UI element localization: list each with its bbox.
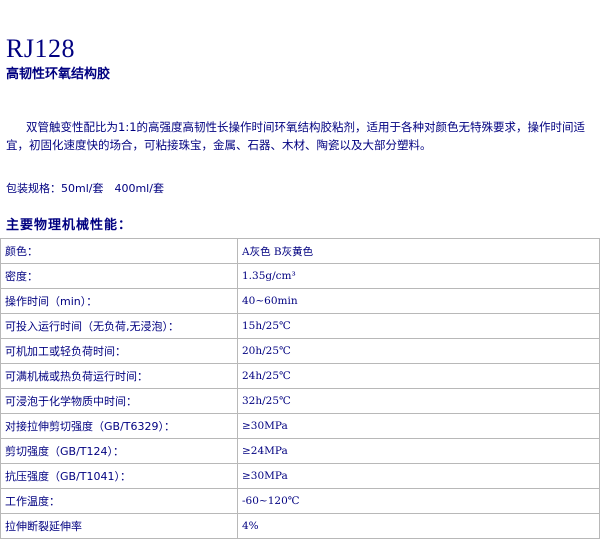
property-label: 对接拉伸剪切强度（GB/T6329）： — [0, 413, 238, 439]
property-value: 15h/25℃ — [237, 313, 600, 339]
property-value: A灰色 B灰黄色 — [237, 238, 600, 264]
table-row: 可机加工或轻负荷时间： 20h/25℃ — [0, 338, 600, 364]
property-label: 操作时间（min）： — [0, 288, 238, 314]
product-description: 双管触变性配比为1:1的高强度高韧性长操作时间环氧结构胶粘剂，适用于各种对颜色无… — [6, 120, 586, 152]
property-label: 可满机械或热负荷运行时间： — [0, 363, 238, 389]
table-row: 颜色： A灰色 B灰黄色 — [0, 238, 600, 264]
property-value: ≥24MPa — [237, 438, 600, 464]
table-row: 操作时间（min）： 40~60min — [0, 288, 600, 314]
property-value: 24h/25℃ — [237, 363, 600, 389]
product-code: RJ128 — [6, 34, 75, 63]
properties-heading: 主要物理机械性能： — [6, 218, 133, 233]
property-value: 40~60min — [237, 288, 600, 314]
property-label: 抗压强度（GB/T1041）： — [0, 463, 238, 489]
property-label: 工作温度： — [0, 488, 238, 514]
table-row: 剪切强度（GB/T124）： ≥24MPa — [0, 438, 600, 464]
table-row: 可浸泡于化学物质中时间： 32h/25℃ — [0, 388, 600, 414]
property-value: 20h/25℃ — [237, 338, 600, 364]
property-value: ≥30MPa — [237, 463, 600, 489]
table-row: 拉伸断裂延伸率 4% — [0, 513, 600, 539]
packaging-spec: 包装规格：50ml/套 400ml/套 — [6, 182, 164, 195]
property-label: 剪切强度（GB/T124）： — [0, 438, 238, 464]
property-value: 4% — [237, 513, 600, 539]
property-value: ≥30MPa — [237, 413, 600, 439]
property-label: 密度： — [0, 263, 238, 289]
property-label: 拉伸断裂延伸率 — [0, 513, 238, 539]
properties-table: 颜色： A灰色 B灰黄色 密度： 1.35g/cm³ 操作时间（min）： 40… — [0, 238, 600, 539]
table-row: 可满机械或热负荷运行时间： 24h/25℃ — [0, 363, 600, 389]
property-value: 32h/25℃ — [237, 388, 600, 414]
property-label: 可浸泡于化学物质中时间： — [0, 388, 238, 414]
property-value: 1.35g/cm³ — [237, 263, 600, 289]
table-row: 工作温度： -60~120℃ — [0, 488, 600, 514]
table-row: 密度： 1.35g/cm³ — [0, 263, 600, 289]
table-row: 抗压强度（GB/T1041）： ≥30MPa — [0, 463, 600, 489]
property-label: 可投入运行时间（无负荷,无浸泡）： — [0, 313, 238, 339]
property-value: -60~120℃ — [237, 488, 600, 514]
table-row: 对接拉伸剪切强度（GB/T6329）： ≥30MPa — [0, 413, 600, 439]
product-name: 高韧性环氧结构胶 — [6, 67, 111, 82]
property-label: 可机加工或轻负荷时间： — [0, 338, 238, 364]
property-label: 颜色： — [0, 238, 238, 264]
table-row: 可投入运行时间（无负荷,无浸泡）： 15h/25℃ — [0, 313, 600, 339]
